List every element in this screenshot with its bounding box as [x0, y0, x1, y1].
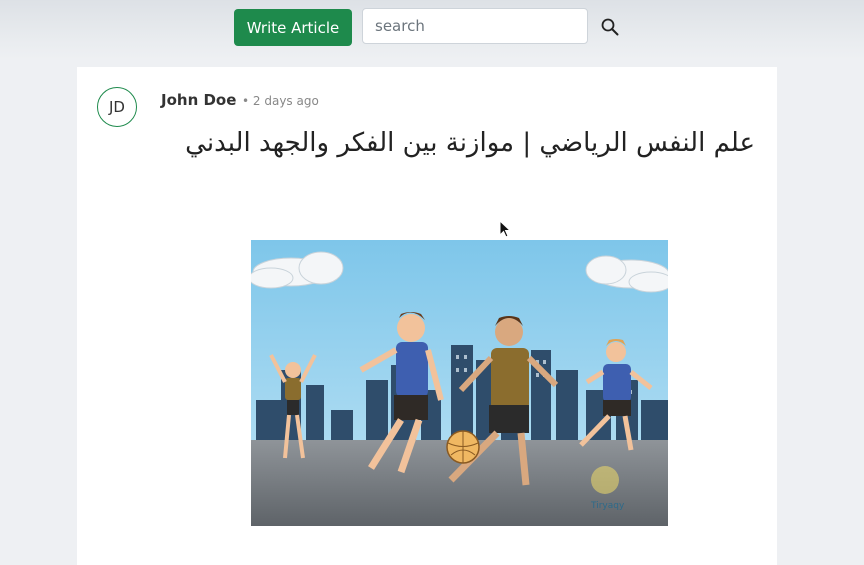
- author-name[interactable]: John Doe: [161, 91, 236, 109]
- mouse-cursor: [499, 220, 511, 238]
- image-logo-text: Tiryaqy: [590, 501, 625, 511]
- top-bar: Write Article: [0, 0, 864, 58]
- write-article-button[interactable]: Write Article: [234, 9, 352, 46]
- avatar[interactable]: JD: [97, 87, 137, 127]
- search-button[interactable]: [598, 15, 622, 39]
- article-title[interactable]: علم النفس الرياضي | موازنة بين الفكر وال…: [115, 128, 755, 158]
- search-input[interactable]: [362, 8, 588, 44]
- article-card: JD John Doe • 2 days ago علم النفس الريا…: [77, 67, 777, 565]
- search-icon: [601, 18, 619, 36]
- post-time: • 2 days ago: [242, 94, 319, 108]
- article-image[interactable]: Tiryaqy: [251, 240, 668, 526]
